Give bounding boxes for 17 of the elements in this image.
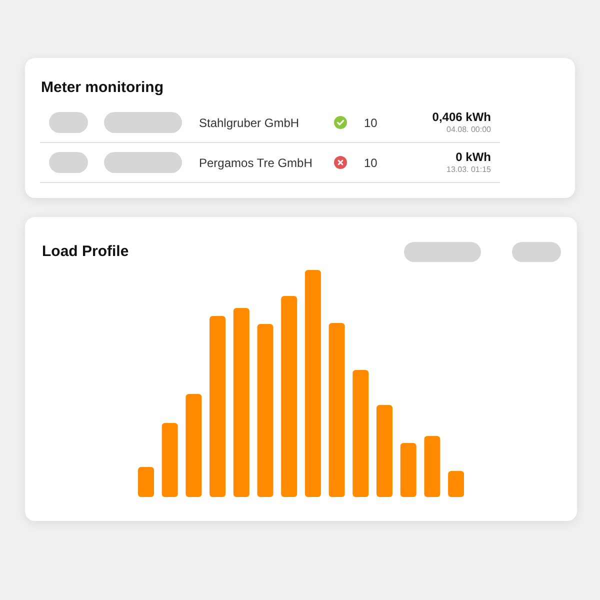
count-value: 10	[364, 156, 378, 170]
card-title: Meter monitoring	[41, 78, 164, 98]
timestamp: 04.08. 00:00	[446, 124, 491, 135]
company-name: Pergamos Tre GmbH	[199, 156, 314, 170]
timestamp: 13.03. 01:15	[446, 164, 491, 175]
count-value: 10	[364, 116, 378, 130]
skeleton-pill	[49, 112, 88, 133]
chart-bar	[400, 443, 416, 497]
skeleton-pill	[512, 242, 561, 262]
chart-bar	[448, 471, 464, 497]
energy-value: 0,406 kWh	[432, 110, 491, 124]
company-name: Stahlgruber GmbH	[199, 116, 300, 130]
card-title: Load Profile	[42, 242, 129, 262]
energy-value: 0 kWh	[456, 150, 491, 164]
chart-bar	[138, 467, 154, 497]
chart-bar	[424, 436, 440, 497]
skeleton-pill	[49, 152, 88, 173]
